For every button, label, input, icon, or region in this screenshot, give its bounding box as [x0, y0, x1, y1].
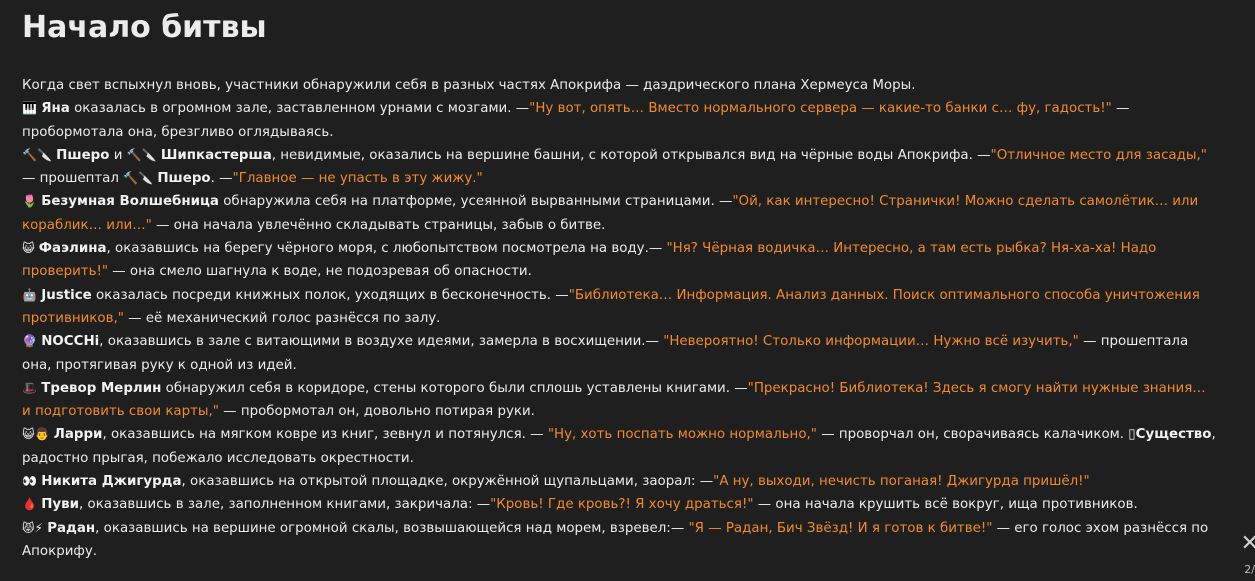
- hammer-knife-icon: 🔨🔪: [126, 147, 157, 162]
- paragraph-yana: 🎹 Яна оказалась в огромном зале, заставл…: [22, 101, 1130, 140]
- paragraph-nocchi: 🔮 NOCCHi, оказавшись в зале с витающими …: [22, 334, 1189, 373]
- paragraph-justice: 🤖 Justice оказалась посреди книжных поло…: [22, 287, 1200, 326]
- cat-person-icon: 😺👨: [22, 427, 50, 442]
- paragraph-puvi: 🩸 Пуви, оказавшись в зале, заполненном к…: [22, 497, 1138, 513]
- paragraph-pshero: 🔨🔪 Пшеро и 🔨🔪 Шипкастерша, невидимые, ок…: [22, 147, 1207, 187]
- blood-drop-icon: 🩸: [22, 497, 37, 512]
- robot-icon: 🤖: [22, 287, 37, 302]
- paragraph-larry: 😺👨 Ларри, оказавшись на мягком ковре из …: [22, 427, 1216, 466]
- piano-icon: 🎹: [22, 101, 37, 116]
- paragraph-radan: 😾⚡ Радан, оказавшись на вершине огромной…: [22, 520, 1209, 559]
- top-hat-icon: 🎩: [22, 380, 37, 395]
- paragraph-trevor: 🎩 Тревор Мерлин обнаружил себя в коридор…: [22, 380, 1206, 420]
- crystal-ball-icon: 🔮: [22, 334, 37, 349]
- story-text: Когда свет вспыхнул вновь, участники обн…: [22, 74, 1218, 563]
- page-indicator: 2/: [1244, 563, 1255, 576]
- paragraph-mad-sorceress: 🌷 Безумная Волшебница обнаружила себя на…: [22, 194, 1199, 233]
- paragraph-nikita: 👀 Никита Джигурда, оказавшись на открыто…: [22, 474, 1090, 490]
- close-icon[interactable]: ✕: [1241, 533, 1255, 555]
- hammer-knife-icon: 🔨🔪: [22, 147, 52, 162]
- tulip-icon: 🌷: [22, 194, 37, 209]
- hammer-knife-icon: 🔨🔪: [123, 171, 154, 186]
- intro-paragraph: Когда свет вспыхнул вновь, участники обн…: [22, 78, 916, 93]
- chat-message: Начало битвы Когда свет вспыхнул вновь, …: [22, 8, 1218, 563]
- page-title: Начало битвы: [22, 10, 267, 45]
- cat-lightning-icon: 😾⚡: [22, 520, 43, 535]
- paragraph-faelina: 😺 Фаэлина, оказавшись на берегу чёрного …: [22, 241, 1157, 280]
- cat-face-icon: 😺: [22, 241, 35, 256]
- eyes-icon: 👀: [22, 474, 37, 489]
